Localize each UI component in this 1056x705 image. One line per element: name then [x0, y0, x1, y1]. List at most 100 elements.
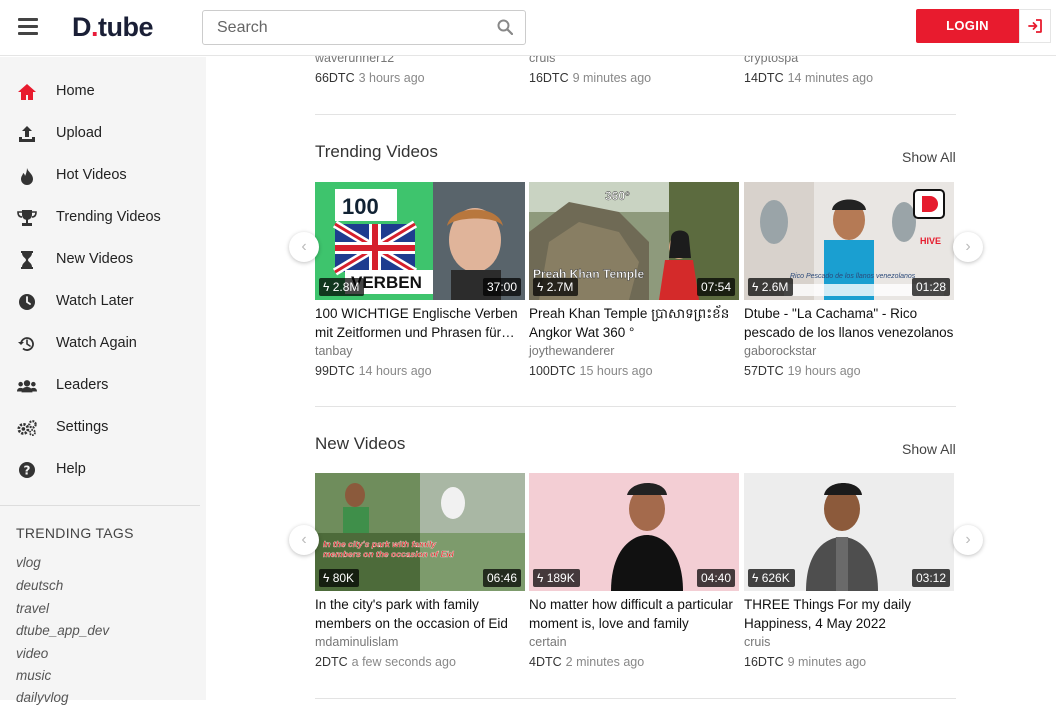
sidebar-item-watch-again[interactable]: Watch Again — [0, 323, 206, 365]
video-stats: 16DTC 9 minutes ago — [744, 655, 866, 669]
sign-in-icon[interactable] — [1019, 9, 1051, 43]
video-title[interactable]: Dtube - "La Cachama" - Rico pescado de l… — [744, 305, 954, 342]
carousel-prev-button[interactable]: ‹ — [289, 525, 319, 555]
hourglass-icon — [17, 250, 37, 270]
tag-link[interactable]: deutsch — [16, 578, 63, 593]
video-title[interactable]: In the city's park with family members o… — [315, 596, 525, 633]
thumbnail-text: 100 — [342, 194, 379, 219]
sidebar-item-upload[interactable]: Upload — [0, 113, 206, 155]
sidebar-item-label: Watch Again — [56, 335, 137, 351]
video-title[interactable]: Preah Khan Temple ប្រាសាទព្រះខ័ន Angkor … — [529, 305, 739, 342]
sidebar-item-label: Hot Videos — [56, 167, 127, 183]
video-time: 9 minutes ago — [787, 655, 867, 669]
sidebar-item-watch-later[interactable]: Watch Later — [0, 281, 206, 323]
section-divider — [315, 114, 956, 115]
video-author[interactable]: mdaminulislam — [315, 635, 398, 649]
tag-link[interactable]: vlog — [16, 555, 41, 570]
sidebar-divider — [0, 505, 200, 506]
video-thumbnail[interactable]: ϟ 626K 03:12 — [744, 473, 954, 591]
tag-link[interactable]: dailyvlog — [16, 690, 69, 705]
trending-tags-heading: TRENDING TAGS — [16, 525, 134, 541]
video-author[interactable]: joythewanderer — [529, 344, 614, 358]
dtube-logo[interactable]: D.tube — [72, 12, 154, 43]
view-count: ϟ 2.8M — [319, 278, 365, 296]
svg-text:?: ? — [24, 464, 31, 478]
video-thumbnail[interactable]: HIVE Rico Pescado de los llanos venezola… — [744, 182, 954, 300]
video-stats: 4DTC 2 minutes ago — [529, 655, 644, 669]
carousel-next-button[interactable]: › — [953, 232, 983, 262]
video-time: 3 hours ago — [358, 71, 425, 85]
video-title[interactable]: No matter how difficult a particular mom… — [529, 596, 739, 633]
login-button[interactable]: LOGIN — [916, 9, 1019, 43]
video-author[interactable]: certain — [529, 635, 567, 649]
view-count: ϟ 189K — [533, 569, 580, 587]
video-author[interactable]: cruis — [744, 635, 770, 649]
video-time: 2 minutes ago — [565, 655, 645, 669]
sidebar-item-help[interactable]: ? Help — [0, 449, 206, 491]
video-thumbnail[interactable]: 360° Preah Khan Temple ϟ 2.7M 07:54 — [529, 182, 739, 300]
upload-icon — [17, 124, 37, 144]
video-author[interactable]: cruis — [529, 56, 555, 65]
chevron-left-icon: ‹ — [301, 531, 307, 548]
video-value: 99DTC — [315, 364, 355, 378]
video-thumbnail[interactable]: ϟ 189K 04:40 — [529, 473, 739, 591]
video-author[interactable]: tanbay — [315, 344, 353, 358]
search-input[interactable] — [203, 11, 488, 44]
video-duration: 37:00 — [482, 278, 521, 296]
view-count: ϟ 2.7M — [533, 278, 579, 296]
video-time: 9 minutes ago — [572, 71, 652, 85]
video-value: 57DTC — [744, 364, 784, 378]
carousel-next-button[interactable]: › — [953, 525, 983, 555]
carousel-prev-button[interactable]: ‹ — [289, 232, 319, 262]
video-thumbnail[interactable]: 100 VERBEN ϟ 2.8M 37:00 — [315, 182, 525, 300]
sidebar-item-settings[interactable]: Settings — [0, 407, 206, 449]
sidebar-item-trending-videos[interactable]: Trending Videos — [0, 197, 206, 239]
chevron-left-icon: ‹ — [301, 238, 307, 255]
view-count-value: 189K — [546, 571, 575, 585]
sidebar-item-new-videos[interactable]: New Videos — [0, 239, 206, 281]
video-time: 14 minutes ago — [787, 71, 874, 85]
video-author[interactable]: waverunner12 — [315, 56, 394, 65]
sidebar-item-label: Watch Later — [56, 293, 134, 309]
section-divider — [315, 698, 956, 699]
tag-link[interactable]: music — [16, 668, 51, 683]
new-videos-section-title: New Videos — [315, 434, 406, 453]
video-title-text: 100 WICHTIGE Englische Verben mit Zeitfo… — [315, 306, 518, 340]
new-videos-show-all-link[interactable]: Show All — [902, 441, 956, 457]
video-value: 4DTC — [529, 655, 562, 669]
search-icon[interactable] — [497, 19, 513, 35]
tag-link[interactable]: travel — [16, 601, 49, 616]
video-value: 100DTC — [529, 364, 576, 378]
trophy-icon — [17, 208, 37, 228]
view-count-value: 2.7M — [546, 280, 574, 294]
top-header: D.tube LOGIN — [0, 0, 1056, 56]
sidebar-item-label: Upload — [56, 125, 102, 141]
sidebar-item-label: Trending Videos — [56, 209, 161, 225]
trending-section-title: Trending Videos — [315, 142, 438, 161]
video-author[interactable]: gaborockstar — [744, 344, 816, 358]
sidebar: Home Upload Hot Videos Trending Videos N… — [0, 57, 206, 705]
tag-link[interactable]: video — [16, 646, 48, 661]
video-author[interactable]: cryptospa — [744, 56, 798, 65]
video-value: 2DTC — [315, 655, 348, 669]
video-title-text: In the city's park with family members o… — [315, 597, 508, 631]
video-duration: 01:28 — [911, 278, 950, 296]
video-thumbnail[interactable]: In the city's park with family members o… — [315, 473, 525, 591]
video-stats: 99DTC 14 hours ago — [315, 364, 432, 378]
tag-link[interactable]: dtube_app_dev — [16, 623, 109, 638]
video-title[interactable]: 100 WICHTIGE Englische Verben mit Zeitfo… — [315, 305, 525, 342]
video-title-text: Dtube - "La Cachama" - Rico pescado de l… — [744, 306, 954, 340]
sidebar-item-home[interactable]: Home — [0, 71, 206, 113]
video-stats: 2DTC a few seconds ago — [315, 655, 456, 669]
video-title-text: THREE Things For my daily Happiness, 4 M… — [744, 597, 912, 631]
sidebar-item-hot-videos[interactable]: Hot Videos — [0, 155, 206, 197]
video-title-text: Preah Khan Temple ប្រាសាទព្រះខ័ន Angkor … — [529, 306, 730, 340]
menu-icon[interactable] — [18, 18, 38, 36]
video-time: a few seconds ago — [351, 655, 456, 669]
trending-show-all-link[interactable]: Show All — [902, 149, 956, 165]
sidebar-item-leaders[interactable]: Leaders — [0, 365, 206, 407]
video-title[interactable]: THREE Things For my daily Happiness, 4 M… — [744, 596, 954, 633]
view-count-value: 2.8M — [332, 280, 360, 294]
search-box — [202, 10, 526, 45]
video-time: 14 hours ago — [358, 364, 432, 378]
